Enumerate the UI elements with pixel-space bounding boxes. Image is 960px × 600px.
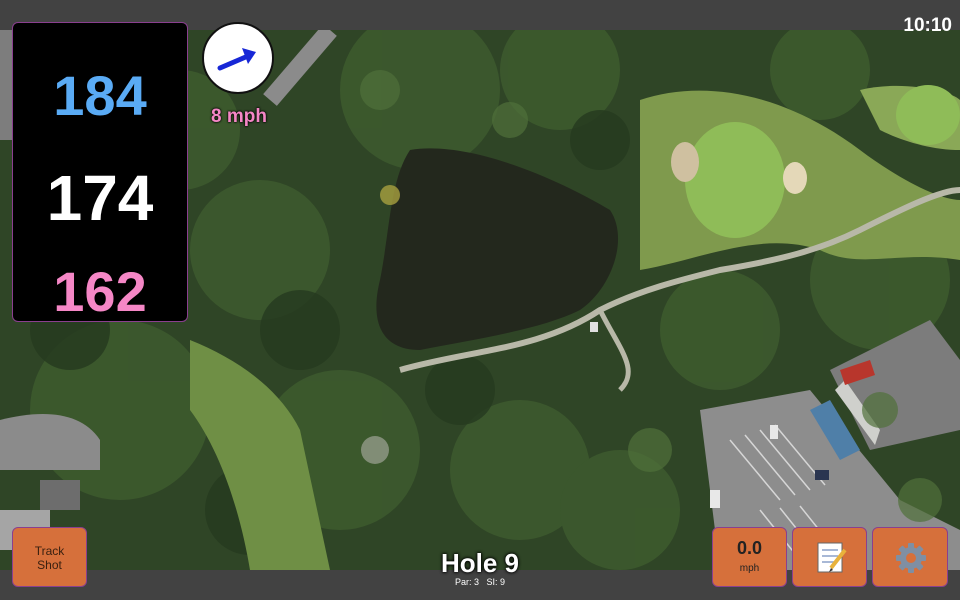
hole-title: Hole 9 <box>440 548 520 578</box>
par-label: Par: 3 <box>454 577 479 587</box>
speed-button[interactable]: 0.0 mph <box>712 527 787 587</box>
speed-unit: mph <box>739 563 760 574</box>
middle-distance: 174 <box>46 162 154 234</box>
settings-button[interactable] <box>872 527 948 587</box>
track-shot-button[interactable]: Track Shot <box>12 527 87 587</box>
back-distance: 184 <box>53 64 147 127</box>
wind-indicator <box>202 22 274 94</box>
stroke-index-label: SI: 9 <box>486 577 506 587</box>
arrow-icon <box>217 48 256 71</box>
front-distance: 162 <box>53 260 147 323</box>
yardage-panel: 184 174 162 <box>12 22 188 323</box>
notes-button[interactable] <box>792 527 867 587</box>
track-shot-label-line2: Shot <box>37 558 62 572</box>
speed-value: 0.0 <box>736 538 763 558</box>
track-shot-label-line1: Track <box>34 544 65 558</box>
status-clock: 10:10 <box>903 15 952 36</box>
hole-info: Par: 3 SI: 9 <box>380 577 580 587</box>
notepad-icon <box>817 542 847 573</box>
wind-speed-label: 8 mph <box>211 106 267 127</box>
gear-icon <box>896 543 926 573</box>
